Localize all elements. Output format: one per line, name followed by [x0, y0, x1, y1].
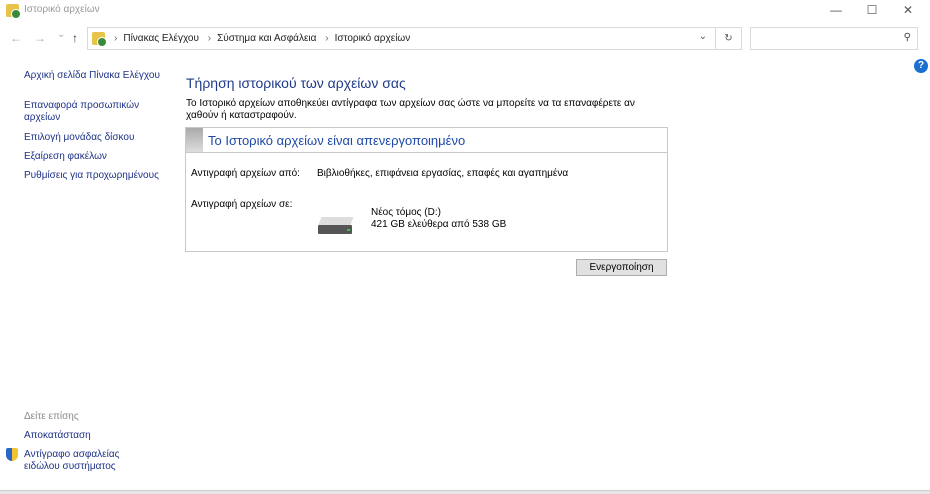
- breadcrumb-control-panel[interactable]: Πίνακας Ελέγχου: [123, 33, 199, 44]
- forward-button[interactable]: →: [34, 31, 46, 45]
- recent-locations-button[interactable]: ⌄: [57, 29, 65, 40]
- refresh-button[interactable]: ↻: [716, 27, 742, 50]
- up-button[interactable]: ↑: [72, 31, 78, 45]
- window-bottom-border: [0, 490, 930, 494]
- sidebar-item-exclude-folders[interactable]: Εξαίρεση φακέλων: [24, 151, 107, 163]
- breadcrumb-file-history[interactable]: Ιστορικό αρχείων: [335, 33, 411, 44]
- sidebar-item-advanced-settings[interactable]: Ρυθμίσεις για προχωρημένους: [24, 170, 159, 182]
- enable-button[interactable]: Ενεργοποίηση: [576, 259, 667, 276]
- close-button[interactable]: ✕: [890, 0, 926, 20]
- breadcrumb-system-security[interactable]: Σύστημα και Ασφάλεια: [217, 33, 316, 44]
- help-icon[interactable]: ?: [914, 59, 928, 73]
- sidebar-item-control-panel-home[interactable]: Αρχική σελίδα Πίνακα Ελέγχου: [24, 70, 160, 82]
- copy-to-label: Αντιγραφή αρχείων σε:: [191, 199, 293, 210]
- copy-from-label: Αντιγραφή αρχείων από:: [191, 168, 300, 179]
- status-bar-decoration: [186, 128, 203, 152]
- status-text: Το Ιστορικό αρχείων είναι απενεργοποιημέ…: [208, 133, 466, 148]
- sidebar-item-restore-files[interactable]: Επαναφορά προσωπικών αρχείων: [24, 100, 149, 124]
- back-button[interactable]: ←: [10, 31, 22, 45]
- window-title: Ιστορικό αρχείων: [24, 4, 100, 15]
- status-panel: Το Ιστορικό αρχείων είναι απενεργοποιημέ…: [185, 127, 668, 252]
- drive-space: 421 GB ελεύθερα από 538 GB: [371, 219, 507, 230]
- search-input[interactable]: ⚲: [750, 27, 918, 50]
- system-image-backup-link[interactable]: Αντίγραφο ασφαλείας ειδώλου συστήματος: [24, 449, 134, 473]
- drive-name: Νέος τόμος (D:): [371, 207, 441, 218]
- file-history-icon: [6, 4, 21, 19]
- page-title: Τήρηση ιστορικού των αρχείων σας: [186, 75, 406, 91]
- address-bar[interactable]: › Πίνακας Ελέγχου › Σύστημα και Ασφάλεια ›…: [87, 27, 716, 50]
- sidebar-item-select-drive[interactable]: Επιλογή μονάδας δίσκου: [24, 132, 134, 144]
- see-also-heading: Δείτε επίσης: [24, 411, 79, 422]
- drive-icon: [318, 217, 354, 235]
- navigation-bar: ← → ⌄ ↑ › Πίνακας Ελέγχου › Σύστημα και Ασ…: [0, 27, 930, 51]
- maximize-button[interactable]: ☐: [854, 0, 890, 20]
- page-description: Το Ιστορικό αρχείων αποθηκεύει αντίγραφα…: [186, 98, 635, 121]
- copy-from-value: Βιβλιοθήκες, επιφάνεια εργασίας, επαφές …: [317, 168, 569, 179]
- control-panel-icon: [92, 32, 107, 47]
- address-dropdown-icon[interactable]: ⌄: [699, 31, 707, 42]
- title-bar: Ιστορικό αρχείων — ☐ ✕: [0, 0, 930, 22]
- search-icon: ⚲: [903, 32, 911, 43]
- minimize-button[interactable]: —: [818, 0, 854, 20]
- recovery-link[interactable]: Αποκατάσταση: [24, 430, 91, 442]
- shield-icon: [6, 448, 18, 461]
